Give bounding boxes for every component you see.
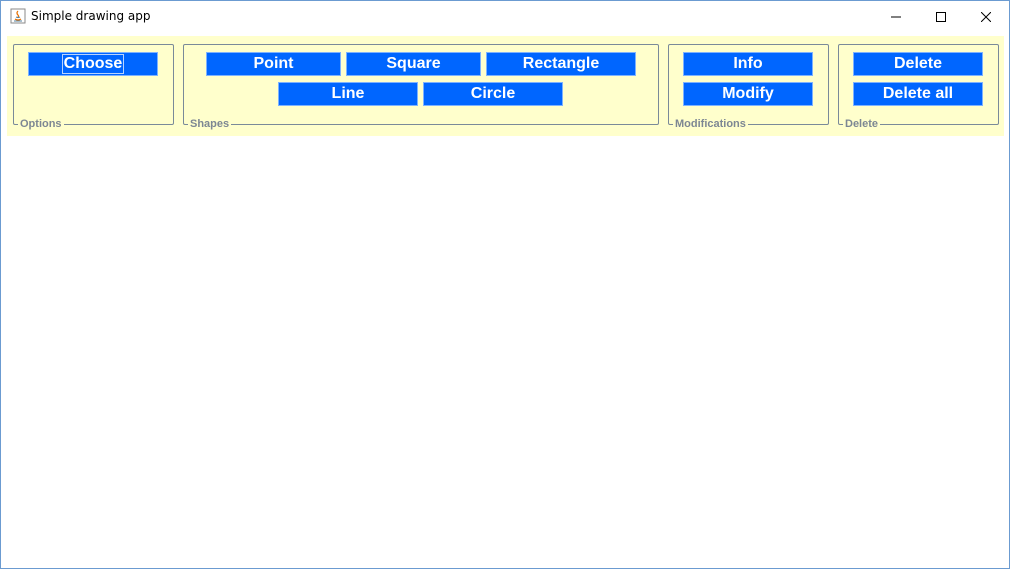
modifications-legend: Modifications xyxy=(673,118,748,131)
options-group: Options Choose xyxy=(13,44,174,131)
window-title: Simple drawing app xyxy=(31,9,151,23)
choose-button-label: Choose xyxy=(61,54,125,74)
close-icon xyxy=(981,11,991,22)
delete-group: Delete Delete Delete all xyxy=(838,44,999,131)
app-window: Simple drawing app Options Choose Shapes… xyxy=(0,0,1010,569)
modify-button[interactable]: Modify xyxy=(683,82,813,106)
choose-button[interactable]: Choose xyxy=(28,52,158,76)
toolbar-panel: Options Choose Shapes Point Square Recta… xyxy=(7,36,1004,136)
info-button[interactable]: Info xyxy=(683,52,813,76)
delete-all-button[interactable]: Delete all xyxy=(853,82,983,106)
delete-button[interactable]: Delete xyxy=(853,52,983,76)
maximize-icon xyxy=(936,11,946,22)
maximize-button[interactable] xyxy=(918,1,964,32)
drawing-canvas[interactable] xyxy=(7,136,1004,562)
delete-legend: Delete xyxy=(843,118,881,131)
shapes-group: Shapes Point Square Rectangle Line Circl… xyxy=(183,44,659,131)
shapes-legend: Shapes xyxy=(188,118,232,131)
circle-button[interactable]: Circle xyxy=(423,82,563,106)
title-bar[interactable]: Simple drawing app xyxy=(1,1,1009,32)
modifications-group: Modifications Info Modify xyxy=(668,44,829,131)
minimize-icon xyxy=(891,12,901,22)
close-button[interactable] xyxy=(963,1,1009,32)
point-button[interactable]: Point xyxy=(206,52,341,76)
options-legend: Options xyxy=(18,118,64,131)
square-button[interactable]: Square xyxy=(346,52,481,76)
client-area: Options Choose Shapes Point Square Recta… xyxy=(7,32,1004,562)
minimize-button[interactable] xyxy=(873,1,919,32)
rectangle-button[interactable]: Rectangle xyxy=(486,52,636,76)
line-button[interactable]: Line xyxy=(278,82,418,106)
java-icon xyxy=(10,8,26,24)
